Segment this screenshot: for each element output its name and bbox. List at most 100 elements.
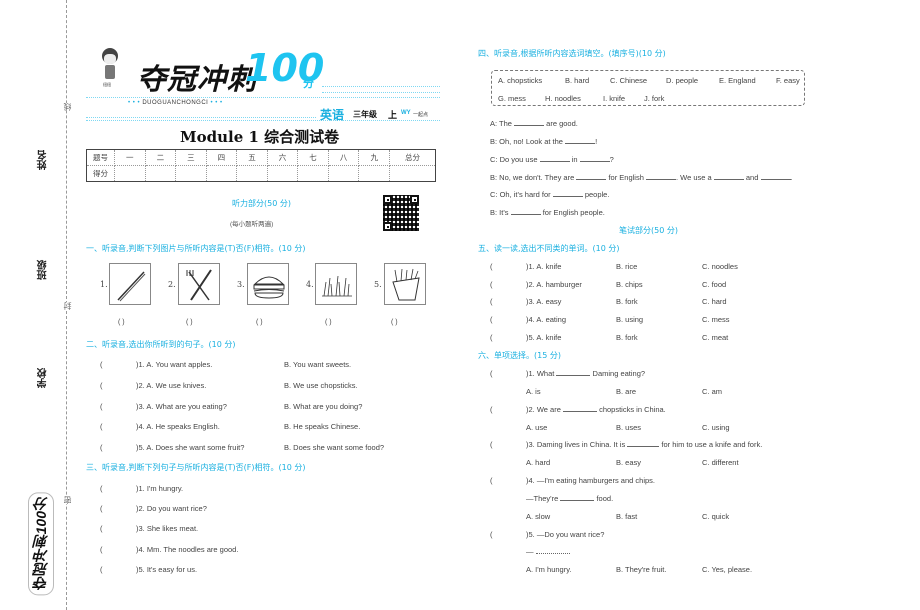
score-cell: 三	[175, 149, 207, 166]
score-cell: 总分	[389, 149, 436, 166]
answer-paren[interactable]: ( )	[118, 319, 125, 326]
listening-heading: 听力部分(50 分)	[232, 199, 291, 208]
question-item[interactable]: ()1. A. You want apples.	[100, 360, 212, 369]
edition-label: WY	[401, 110, 411, 116]
answer-paren[interactable]: ( )	[186, 319, 193, 326]
question-item[interactable]: ()3. She likes meat.	[100, 524, 198, 533]
fill-blank[interactable]	[539, 155, 570, 162]
grade-label: 三年级	[353, 110, 377, 119]
option-a: A. is	[526, 387, 541, 396]
word-option: I. knife	[603, 94, 626, 103]
option-b: B. fast	[616, 512, 638, 521]
option-b: B. We use chopsticks.	[284, 381, 358, 390]
score-cell: 题号	[86, 149, 115, 166]
score-input-cell[interactable]	[236, 165, 268, 182]
fill-blank[interactable]	[552, 190, 583, 197]
school-field-label: 学校	[38, 368, 49, 388]
picture-number: 5.	[374, 280, 382, 289]
question-item[interactable]: ()3. A. What are you eating?	[100, 402, 227, 411]
score-input-cell[interactable]	[205, 165, 238, 182]
question-item[interactable]: ()2. A. hamburger	[490, 280, 582, 289]
score-input-cell[interactable]	[114, 165, 146, 182]
question-item[interactable]: ()4. A. eating	[490, 315, 566, 324]
option-c: C. noodles	[702, 262, 738, 271]
score-input-cell[interactable]	[327, 165, 360, 182]
dialogue-line: B: It's for English people.	[490, 208, 605, 217]
score-input-cell[interactable]	[358, 165, 390, 182]
dialogue-line: C: Oh, it's hard for people.	[490, 190, 610, 199]
score-cell: 得分	[86, 165, 115, 182]
section-2-title: 二、听录音,选出你所听到的句子。(10 分)	[86, 340, 236, 349]
hamburger-icon	[253, 276, 285, 299]
section-4-title: 四、听录音,根据所听内容选词填空。(填序号)(10 分)	[478, 49, 666, 58]
score-input-cell[interactable]	[389, 165, 436, 182]
question-item[interactable]: ()2. A. We use knives.	[100, 381, 206, 390]
fill-blank[interactable]	[760, 173, 791, 180]
score-cell: 一	[114, 149, 146, 166]
picture-knife-fork	[178, 263, 220, 305]
name-field-label: 姓名	[38, 150, 49, 170]
fill-blank[interactable]	[645, 173, 676, 180]
option-a: A. hard	[526, 458, 551, 467]
brand-pinyin: • • • DUOGUANCHONGCI • • •	[128, 100, 223, 106]
score-input-cell[interactable]	[144, 165, 177, 182]
fill-blank[interactable]	[565, 137, 596, 144]
decor-dots	[86, 97, 440, 98]
question-item[interactable]: ()1. I'm hungry.	[100, 484, 183, 493]
fill-blank[interactable]	[535, 547, 570, 554]
cut-mark-seal: 封	[62, 302, 73, 310]
question-item[interactable]: ()1. What Daming eating?	[490, 369, 645, 378]
fill-blank[interactable]	[514, 119, 545, 126]
dialogue-line: A: The are good.	[490, 119, 578, 128]
option-b: B. fork	[616, 333, 638, 342]
class-field-label: 班级	[38, 260, 49, 280]
score-cell: 五	[236, 149, 268, 166]
question-item[interactable]: ()1. A. knife	[490, 262, 561, 271]
fill-blank[interactable]	[713, 173, 744, 180]
score-input-cell[interactable]	[175, 165, 207, 182]
decor-dots	[322, 86, 440, 87]
section-1-title: 一、听录音,判断下列图片与所听内容是(T)否(F)相符。(10 分)	[86, 244, 306, 253]
question-item[interactable]: ()4. A. He speaks English.	[100, 422, 220, 431]
question-item[interactable]: ()4. —I'm eating hamburgers and chips.	[490, 476, 655, 485]
fill-blank[interactable]	[579, 155, 610, 162]
section-6-title: 六、单项选择。(15 分)	[478, 351, 561, 360]
question-item[interactable]: ()2. Do you want rice?	[100, 504, 207, 513]
reply-line: —They're food.	[526, 494, 614, 503]
question-item[interactable]: ()5. —Do you want rice?	[490, 530, 604, 539]
option-b: B. They're fruit.	[616, 565, 667, 574]
question-item[interactable]: ()3. Daming lives in China. It is for hi…	[490, 440, 762, 449]
option-c: C. mess	[702, 315, 730, 324]
answer-paren[interactable]: ( )	[256, 319, 263, 326]
qr-code-icon[interactable]	[383, 195, 419, 231]
question-item[interactable]: ()2. We are chopsticks in China.	[490, 405, 666, 414]
option-a: A. I'm hungry.	[526, 565, 572, 574]
option-c: C. food	[702, 280, 727, 289]
word-option: E. England	[719, 76, 756, 85]
grass-icon	[322, 275, 352, 297]
question-item[interactable]: ()5. A. knife	[490, 333, 561, 342]
fill-blank[interactable]	[627, 440, 660, 447]
answer-paren[interactable]: ( )	[391, 319, 398, 326]
word-option: C. Chinese	[610, 76, 648, 85]
question-item[interactable]: ()4. Mm. The noodles are good.	[100, 545, 238, 554]
score-cell: 七	[297, 149, 329, 166]
question-item[interactable]: ()5. A. Does she want some fruit?	[100, 443, 244, 452]
word-option: A. chopsticks	[498, 76, 543, 85]
fill-blank[interactable]	[562, 405, 597, 412]
question-item[interactable]: ()5. It's easy for us.	[100, 565, 197, 574]
score-cell: 二	[144, 149, 177, 166]
fill-blank[interactable]	[556, 369, 591, 376]
fill-blank[interactable]	[576, 173, 607, 180]
score-input-cell[interactable]	[266, 165, 299, 182]
fill-blank[interactable]	[510, 208, 541, 215]
option-b: B. He speaks Chinese.	[284, 422, 361, 431]
answer-paren[interactable]: ( )	[325, 319, 332, 326]
fill-blank[interactable]	[560, 494, 595, 501]
score-input-cell[interactable]	[297, 165, 329, 182]
chips-icon	[392, 268, 420, 301]
picture-number: 3.	[237, 280, 245, 289]
word-option: H. noodles	[545, 94, 581, 103]
decor-dots	[322, 92, 440, 93]
question-item[interactable]: ()3. A. easy	[490, 297, 561, 306]
